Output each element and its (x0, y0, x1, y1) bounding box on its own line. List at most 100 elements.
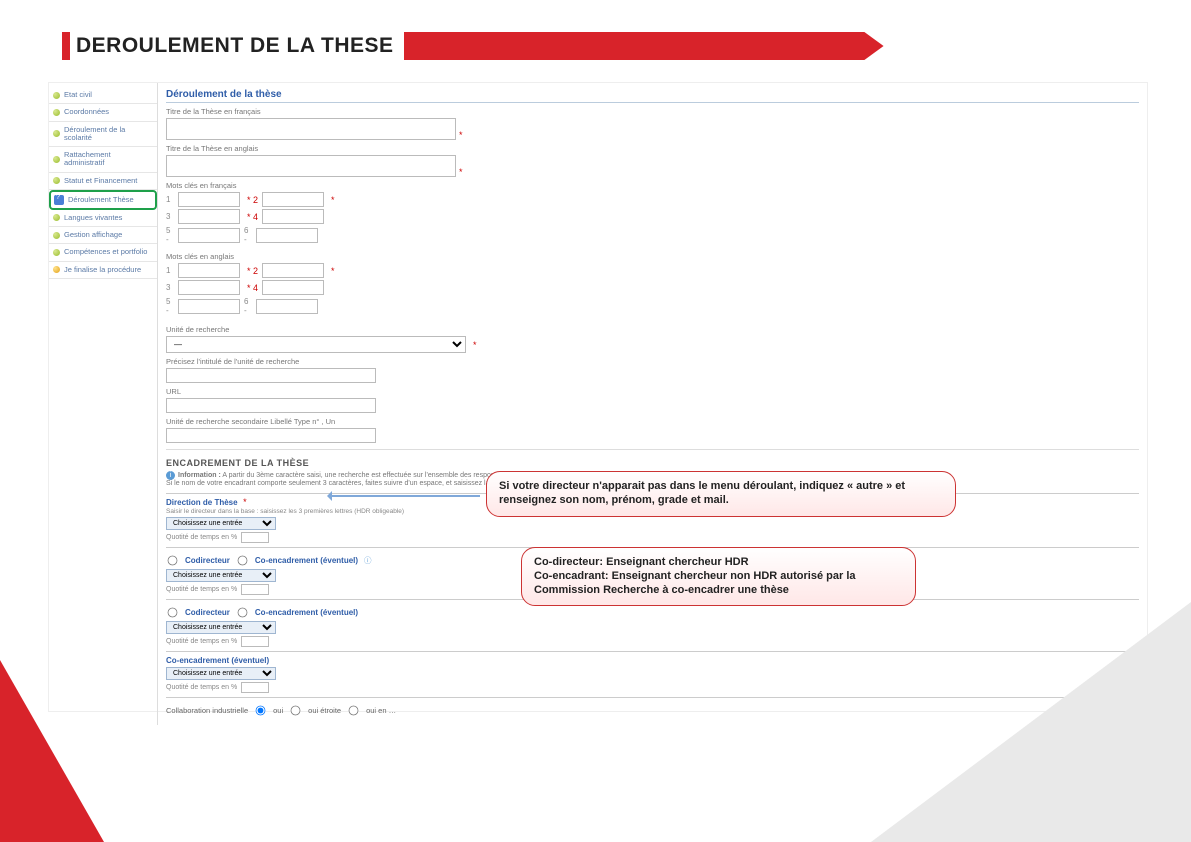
input-unite-precise[interactable] (166, 368, 376, 383)
kw-fr-4[interactable] (262, 209, 324, 224)
kw-en-row-2: 3* 4 (166, 280, 1139, 295)
required-mark: * (331, 195, 335, 205)
label-unite-sec: Unité de recherche secondaire Libellé Ty… (166, 417, 1139, 426)
coenc-title: Co-encadrement (éventuel) (166, 656, 269, 665)
input-titre-en[interactable] (166, 155, 456, 177)
sidebar-item-langues[interactable]: Langues vivantes (49, 210, 157, 227)
select-direction[interactable]: Choisissez une entrée (166, 517, 276, 530)
label-unite-precise: Précisez l'intitulé de l'unité de recher… (166, 357, 1139, 366)
sidebar-item-gestion-affichage[interactable]: Gestion affichage (49, 227, 157, 244)
radio-coencadrement-2[interactable] (238, 607, 248, 617)
radio-codirecteur[interactable] (168, 555, 178, 565)
input-unite-sec[interactable] (166, 428, 376, 443)
input-quotite-codir[interactable] (241, 584, 269, 595)
title-ribbon (404, 32, 884, 60)
radio-collab-etroite[interactable] (291, 705, 301, 715)
sidebar-item-label: Gestion affichage (64, 231, 122, 239)
kw-fr-2[interactable] (262, 192, 324, 207)
sidebar-item-label: Déroulement Thèse (68, 196, 134, 204)
sidebar-item-label: Je finalise la procédure (64, 266, 141, 274)
info-icon: i (166, 471, 175, 480)
sidebar-item-label: Déroulement de la scolarité (64, 126, 153, 143)
radio-coencadrement-1[interactable] (238, 555, 248, 565)
required-mark: * (459, 130, 463, 140)
decor-grey-triangle (871, 602, 1191, 842)
kw-en-5[interactable] (178, 299, 240, 314)
sidebar-item-label: Statut et Financement (64, 177, 137, 185)
circle-icon (53, 156, 60, 163)
kw-en-3[interactable] (178, 280, 240, 295)
kw-en-row-1: 1* 2* (166, 263, 1139, 278)
label-titre-en: Titre de la Thèse en anglais (166, 144, 1139, 153)
input-quotite-codir2[interactable] (241, 636, 269, 647)
sidebar-item-statut-financement[interactable]: Statut et Financement (49, 173, 157, 190)
sidebar-item-finalise[interactable]: Je finalise la procédure (49, 262, 157, 279)
required-mark: * (331, 266, 335, 276)
kw-fr-3[interactable] (178, 209, 240, 224)
kw-en-6[interactable] (256, 299, 318, 314)
kw-fr-1[interactable] (178, 192, 240, 207)
kw-fr-6[interactable] (256, 228, 318, 243)
title-red-accent (62, 32, 70, 60)
label-unite: Unité de recherche (166, 325, 1139, 334)
panel-heading: Déroulement de la thèse (166, 87, 1139, 103)
kw-fr-row-2: 3* 4 (166, 209, 1139, 224)
sidebar-item-deroulement-scolarite[interactable]: Déroulement de la scolarité (49, 122, 157, 148)
select-unite[interactable]: — (166, 336, 466, 353)
encadrement-heading: ENCADREMENT DE LA THÈSE (166, 458, 1139, 468)
label-url: URL (166, 387, 1139, 396)
sidebar: Etat civil Coordonnées Déroulement de la… (49, 83, 157, 279)
label-kw-en: Mots clés en anglais (166, 252, 1139, 261)
required-mark: * (459, 167, 463, 177)
radio-codirecteur-2[interactable] (168, 607, 178, 617)
arrow-icon (330, 495, 480, 497)
kw-fr-5[interactable] (178, 228, 240, 243)
callout-directeur: Si votre directeur n'apparait pas dans l… (486, 471, 956, 517)
circle-icon (53, 232, 60, 239)
circle-icon (53, 92, 60, 99)
select-codirecteur-2[interactable]: Choisissez une entrée (166, 621, 276, 634)
input-quotite-coenc[interactable] (241, 682, 269, 693)
required-mark: * (473, 340, 477, 350)
radio-collab-oui[interactable] (256, 705, 266, 715)
sidebar-item-deroulement-these[interactable]: Déroulement Thèse (49, 190, 157, 210)
sidebar-item-etat-civil[interactable]: Etat civil (49, 87, 157, 104)
kw-en-1[interactable] (178, 263, 240, 278)
kw-en-4[interactable] (262, 280, 324, 295)
label-kw-fr: Mots clés en français (166, 181, 1139, 190)
select-coenc[interactable]: Choisissez une entrée (166, 667, 276, 680)
input-quotite-dir[interactable] (241, 532, 269, 543)
kw-en-2[interactable] (262, 263, 324, 278)
circle-icon (53, 249, 60, 256)
input-url[interactable] (166, 398, 376, 413)
kw-fr-row-3: 5 -6 - (166, 226, 1139, 244)
circle-icon (53, 130, 60, 137)
radio-collab-en[interactable] (349, 705, 359, 715)
callout-line-1: Co-directeur: Enseignant chercheur HDR (534, 556, 749, 568)
slide-title: DEROULEMENT DE LA THESE (70, 32, 404, 60)
slide-title-bar: DEROULEMENT DE LA THESE (62, 32, 884, 60)
circle-icon (53, 109, 60, 116)
circle-icon (53, 214, 60, 221)
sidebar-item-label: Coordonnées (64, 108, 109, 116)
sidebar-item-label: Compétences et portfolio (64, 248, 147, 256)
sidebar-item-label: Etat civil (64, 91, 92, 99)
sidebar-item-rattachement[interactable]: Rattachement administratif (49, 147, 157, 173)
sidebar-item-label: Langues vivantes (64, 214, 122, 222)
kw-fr-row-1: 1* 2* (166, 192, 1139, 207)
input-titre-fr[interactable] (166, 118, 456, 140)
callout-codirecteur: Co-directeur: Enseignant chercheur HDR C… (521, 547, 916, 606)
label-titre-fr: Titre de la Thèse en français (166, 107, 1139, 116)
select-codirecteur[interactable]: Choisissez une entrée (166, 569, 276, 582)
callout-text: Si votre directeur n'apparait pas dans l… (499, 480, 905, 506)
sidebar-item-label: Rattachement administratif (64, 151, 153, 168)
direction-title: Direction de Thèse (166, 498, 238, 507)
help-icon (54, 195, 64, 205)
sidebar-item-coordonnees[interactable]: Coordonnées (49, 104, 157, 121)
divider (166, 449, 1139, 450)
help-icon[interactable]: ⓘ (364, 555, 372, 566)
callout-line-2: Co-encadrant: Enseignant chercheur non H… (534, 570, 856, 596)
sidebar-item-competences[interactable]: Compétences et portfolio (49, 244, 157, 261)
kw-en-row-3: 5 -6 - (166, 297, 1139, 315)
quotite-row: Quotité de temps en % (166, 532, 1139, 543)
